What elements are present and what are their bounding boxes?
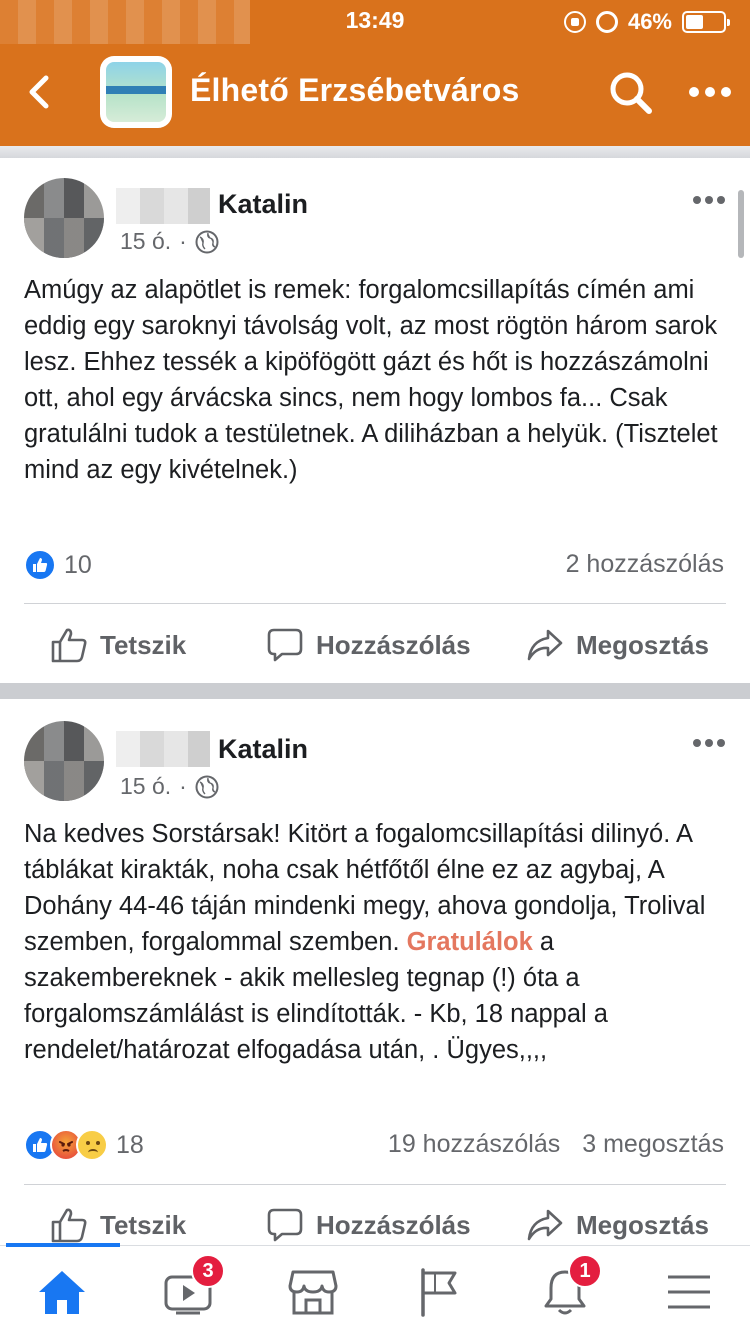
- meta-separator: ·: [179, 773, 187, 799]
- orientation-lock-icon: [563, 11, 586, 33]
- divider: [24, 603, 726, 604]
- marketplace-icon: [288, 1270, 338, 1315]
- back-icon[interactable]: [20, 70, 60, 114]
- reaction-count: 18: [116, 1130, 144, 1159]
- comment-label: Hozzászólás: [316, 629, 471, 660]
- tab-home[interactable]: [34, 1264, 90, 1320]
- post-more-icon[interactable]: [692, 194, 726, 206]
- post-separator: [0, 683, 750, 699]
- post-text-start: Na kedves Sorstársak! Kitört a fogalomcs…: [24, 820, 706, 956]
- comment-icon: [267, 1208, 303, 1242]
- post-time[interactable]: 15 ó.: [120, 773, 171, 800]
- feed-top-separator: [0, 146, 750, 158]
- like-reaction-icon: [24, 549, 56, 581]
- divider: [24, 1184, 726, 1185]
- author-name[interactable]: Katalin: [218, 189, 308, 220]
- post-text: Amúgy az alapötlet is remek: forgalomcsi…: [24, 276, 718, 484]
- share-count[interactable]: 3 megosztás: [582, 1130, 724, 1159]
- post-actions: Tetszik Hozzászólás Megosztás: [0, 615, 750, 675]
- tab-marketplace[interactable]: [285, 1264, 341, 1320]
- reaction-summary[interactable]: 18: [24, 1128, 144, 1162]
- comment-label: Hozzászólás: [316, 1209, 471, 1240]
- watch-badge: 3: [191, 1254, 225, 1288]
- status-right: 46%: [563, 8, 730, 36]
- comment-count[interactable]: 2 hozzászólás: [566, 550, 724, 579]
- battery-fill: [686, 15, 703, 29]
- meta-separator: ·: [179, 228, 187, 254]
- post-stats: 19 hozzászólás 3 megosztás: [388, 1130, 724, 1159]
- like-icon: [51, 1208, 87, 1243]
- globe-icon: [195, 230, 219, 253]
- sad-reaction-icon: [76, 1129, 108, 1161]
- battery-percent: 46%: [627, 9, 672, 34]
- menu-icon: [668, 1275, 710, 1309]
- blurred-name: [116, 731, 210, 767]
- post-time[interactable]: 15 ó.: [120, 228, 171, 255]
- like-icon: [51, 628, 87, 663]
- globe-icon: [195, 775, 219, 798]
- group-avatar-band: [106, 86, 166, 94]
- active-tab-indicator: [6, 1243, 120, 1247]
- home-icon: [39, 1271, 85, 1314]
- tab-menu[interactable]: [661, 1264, 717, 1320]
- post-stats: 2 hozzászólás: [566, 550, 724, 579]
- reaction-summary[interactable]: 10: [24, 548, 92, 582]
- post-meta: 15 ó. ·: [120, 773, 219, 800]
- comment-count[interactable]: 19 hozzászólás: [388, 1130, 560, 1159]
- group-title[interactable]: Élhető Erzsébetváros: [190, 72, 519, 109]
- post-card: Katalin 15 ó. · Amúgy az alapötlet is re…: [0, 158, 750, 683]
- share-icon: [527, 1209, 563, 1241]
- group-header: Élhető Erzsébetváros: [0, 44, 750, 146]
- post-text: Na kedves Sorstársak! Kitört a fogalomcs…: [24, 816, 729, 1068]
- tab-pages[interactable]: [411, 1264, 467, 1320]
- reaction-count: 10: [64, 550, 92, 579]
- comment-button[interactable]: Hozzászólás: [266, 615, 471, 675]
- top-bar: 13:49 46% Élhető Erzsébetváros: [0, 0, 750, 146]
- author-name[interactable]: Katalin: [218, 734, 308, 765]
- battery-icon: [682, 11, 730, 33]
- comment-icon: [267, 628, 303, 662]
- alarm-icon: [595, 11, 618, 33]
- like-label: Tetszik: [100, 629, 187, 660]
- post-more-icon[interactable]: [692, 737, 726, 749]
- share-button[interactable]: Megosztás: [526, 615, 709, 675]
- post-card: Katalin 15 ó. · Na kedves Sorstársak! Ki…: [0, 699, 750, 1245]
- notifications-badge: 1: [568, 1254, 602, 1288]
- search-icon[interactable]: [608, 70, 654, 116]
- share-label: Megosztás: [576, 1209, 709, 1240]
- bottom-tab-bar: 3 1: [0, 1243, 750, 1334]
- like-button[interactable]: Tetszik: [50, 615, 186, 675]
- blurred-name: [116, 188, 210, 224]
- share-icon: [527, 629, 563, 661]
- group-avatar[interactable]: [100, 56, 172, 128]
- status-bar: 13:49 46%: [0, 0, 750, 44]
- like-label: Tetszik: [100, 1209, 187, 1240]
- highlighted-word[interactable]: Gratulálok: [407, 928, 533, 956]
- avatar[interactable]: [24, 721, 104, 801]
- pages-icon: [421, 1268, 457, 1317]
- more-icon[interactable]: [688, 82, 732, 102]
- avatar[interactable]: [24, 178, 104, 258]
- post-meta: 15 ó. ·: [120, 228, 219, 255]
- share-label: Megosztás: [576, 629, 709, 660]
